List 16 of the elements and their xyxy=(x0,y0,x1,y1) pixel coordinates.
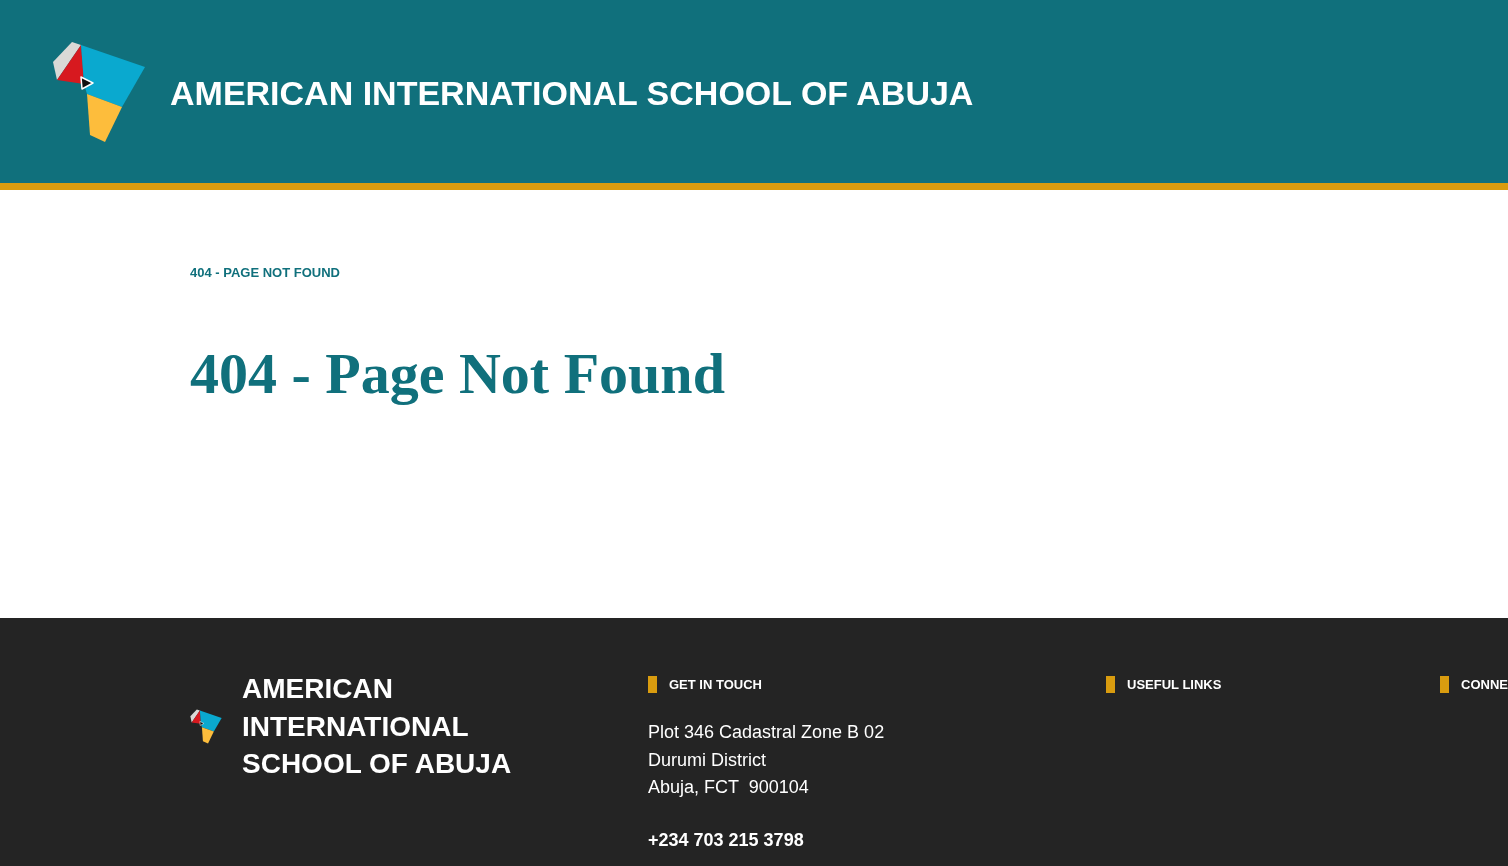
logo-icon xyxy=(190,708,222,744)
phone-link[interactable]: +234 703 215 3798 xyxy=(648,826,804,854)
page-title: 404 - Page Not Found xyxy=(190,340,725,408)
address-line: Durumi District xyxy=(648,748,766,772)
address-line: Plot 346 Cadastral Zone B 02 xyxy=(648,721,885,744)
address-line: Abuja, FCT 900104 xyxy=(648,776,809,799)
footer-heading: GET IN TOUCH xyxy=(669,676,762,693)
accent-bar-icon xyxy=(1440,676,1449,693)
footer-school-name: AMERICAN INTERNATIONAL SCHOOL OF ABUJA xyxy=(242,672,512,781)
breadcrumb: 404 - PAGE NOT FOUND xyxy=(190,265,340,281)
footer-heading: CONNE xyxy=(1461,676,1508,693)
logo-icon xyxy=(52,40,146,143)
footer-heading: USEFUL LINKS xyxy=(1127,676,1222,693)
accent-bar-icon xyxy=(1106,676,1115,693)
accent-bar-icon xyxy=(648,676,657,693)
site-title: AMERICAN INTERNATIONAL SCHOOL OF ABUJA xyxy=(170,72,974,113)
